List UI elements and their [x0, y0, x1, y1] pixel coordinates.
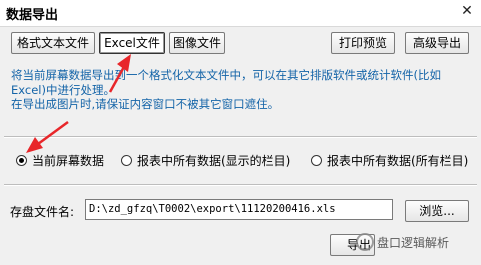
- tab-formatted-text[interactable]: 格式文本文件: [11, 32, 95, 54]
- title-bar: 数据导出 ✕: [0, 0, 481, 27]
- print-preview-button[interactable]: 打印预览: [331, 32, 395, 54]
- tab-image[interactable]: 图像文件: [169, 32, 225, 54]
- option-current-screen[interactable]: 当前屏幕数据: [16, 152, 104, 168]
- description-line: 在导出成图片时,请保证内容窗口不被其它窗口遮住。: [11, 97, 280, 111]
- radio-button[interactable]: [121, 154, 132, 166]
- option-label: 报表中所有数据(显示的栏目): [137, 153, 291, 168]
- divider: [4, 184, 477, 186]
- option-all-displayed-columns[interactable]: 报表中所有数据(显示的栏目): [121, 152, 290, 168]
- watermark: 盘口逻辑解析: [356, 233, 449, 251]
- description-line: 将当前屏幕数据导出到一个格式化文本文件中，可以在其它排版软件或统计软件(比如: [11, 68, 441, 82]
- option-label: 报表中所有数据(所有栏目): [327, 153, 469, 168]
- window-title: 数据导出: [6, 8, 59, 23]
- close-icon[interactable]: ✕: [459, 3, 475, 19]
- option-label: 当前屏幕数据: [32, 153, 105, 168]
- save-filename-label: 存盘文件名:: [10, 205, 75, 219]
- description-line: Excel)中进行处理。: [11, 82, 115, 97]
- option-all-columns[interactable]: 报表中所有数据(所有栏目): [311, 152, 468, 168]
- save-path-input[interactable]: D:\zd_gfzq\T0002\export\11120200416.xls: [85, 199, 393, 220]
- divider: [4, 136, 477, 138]
- advanced-export-button[interactable]: 高级导出: [405, 32, 469, 54]
- browse-button[interactable]: 浏览...: [405, 200, 469, 222]
- radio-button[interactable]: [16, 154, 27, 166]
- wechat-logo-icon: [356, 233, 374, 251]
- watermark-text: 盘口逻辑解析: [377, 235, 450, 250]
- tab-excel[interactable]: Excel文件: [99, 32, 165, 54]
- description-text: 将当前屏幕数据导出到一个格式化文本文件中，可以在其它排版软件或统计软件(比如 E…: [11, 68, 471, 112]
- radio-button[interactable]: [311, 154, 322, 166]
